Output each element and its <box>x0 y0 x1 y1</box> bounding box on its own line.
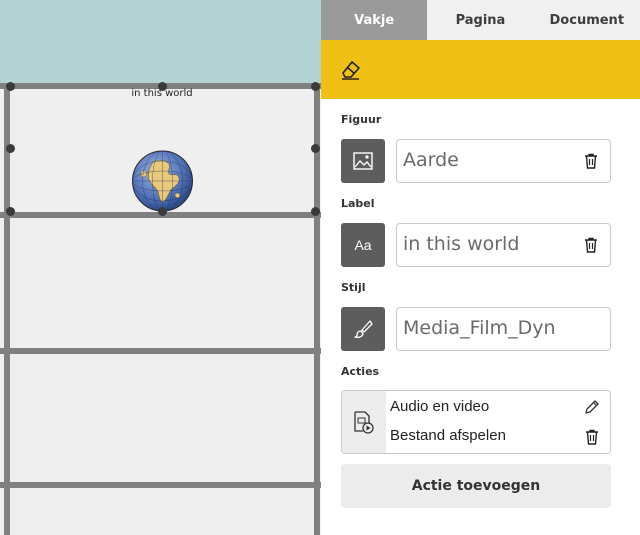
resize-handle-top-right[interactable] <box>311 82 320 91</box>
tab-pagina[interactable]: Pagina <box>427 0 533 40</box>
media-file-icon <box>354 411 374 434</box>
trash-icon[interactable] <box>584 153 598 169</box>
resize-handle-bottom-left[interactable] <box>6 207 15 216</box>
resize-handle-right[interactable] <box>311 144 320 153</box>
actions-list: Audio en video Bestand afspelen <box>341 390 611 454</box>
action-item-audio-video[interactable]: Audio en video <box>390 398 489 415</box>
grid-line <box>0 348 321 354</box>
figure-picker-button[interactable] <box>341 139 385 183</box>
brush-icon <box>354 320 373 339</box>
resize-handle-left[interactable] <box>6 144 15 153</box>
resize-handle-bottom-right[interactable] <box>311 207 320 216</box>
actions-icon-column <box>342 391 386 453</box>
page-canvas[interactable]: in this world <box>0 0 321 535</box>
pencil-icon[interactable] <box>584 399 600 415</box>
tab-document[interactable]: Document <box>534 0 640 40</box>
resize-handle-top[interactable] <box>158 82 167 91</box>
figure-value: Aarde <box>403 149 459 171</box>
figure-section-title: Figuur <box>341 113 382 126</box>
style-section-title: Stijl <box>341 281 366 294</box>
resize-handle-top-left[interactable] <box>6 82 15 91</box>
earth-globe-image[interactable] <box>131 150 194 212</box>
style-picker-button[interactable] <box>341 307 385 351</box>
label-field[interactable]: in this world <box>396 223 611 267</box>
image-icon <box>353 152 373 170</box>
label-picker-button[interactable]: Aa <box>341 223 385 267</box>
eraser-icon[interactable] <box>339 57 363 81</box>
label-section-title: Label <box>341 197 375 210</box>
properties-panel: Vakje Pagina Document Figuur Aarde Label… <box>321 0 640 535</box>
add-action-button[interactable]: Actie toevoegen <box>341 464 611 508</box>
toolbar <box>321 40 640 99</box>
trash-icon[interactable] <box>584 237 598 253</box>
trash-icon[interactable] <box>584 429 600 445</box>
style-field[interactable]: Media_Film_Dyn <box>396 307 611 351</box>
label-value: in this world <box>403 233 520 255</box>
grid-line <box>0 482 321 488</box>
header-cell[interactable] <box>0 0 321 83</box>
figure-field[interactable]: Aarde <box>396 139 611 183</box>
tab-vakje[interactable]: Vakje <box>321 0 428 40</box>
text-aa-icon: Aa <box>354 237 372 253</box>
actions-section-title: Acties <box>341 365 380 378</box>
style-value: Media_Film_Dyn <box>403 317 556 339</box>
resize-handle-bottom[interactable] <box>158 207 167 216</box>
tab-bar: Vakje Pagina Document <box>321 0 640 40</box>
action-item-play-file[interactable]: Bestand afspelen <box>390 427 506 444</box>
